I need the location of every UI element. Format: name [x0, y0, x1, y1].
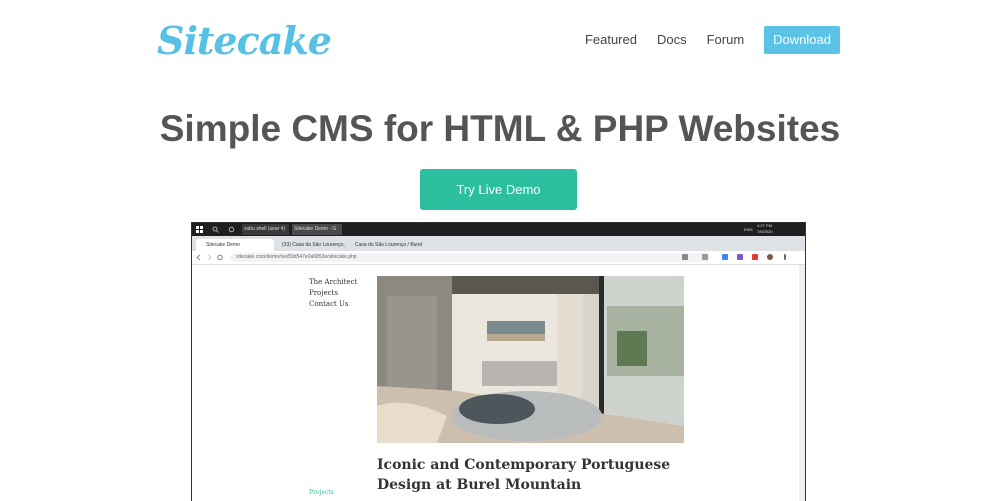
taskbar-clock: 4:27 PM 7/6/2020 [757, 223, 773, 234]
search-icon [212, 226, 219, 233]
nav-docs-link[interactable]: Docs [657, 26, 687, 54]
demo-screenshot: xubu shell (sear 4) Sitecake Demo - G 4:… [191, 222, 806, 501]
browser-tab-3: Casa do São Lourenço / Burel Pro [355, 242, 422, 260]
sitecake-logo[interactable]: Sitecake [157, 18, 332, 63]
settings-icon [228, 226, 235, 233]
taskbar-app-2: Sitecake Demo - G [292, 224, 342, 235]
avatar-icon [767, 254, 773, 260]
menu-icon [784, 254, 786, 260]
nav-arrows-icon [196, 254, 223, 261]
demo-side-nav: The Architect Projects Contact Us [309, 277, 357, 310]
try-live-demo-button[interactable]: Try Live Demo [420, 169, 577, 210]
extension-icon [702, 254, 708, 260]
demo-page: The Architect Projects Contact Us Iconic… [192, 265, 799, 501]
side-link-contact: Contact Us [309, 300, 349, 308]
browser-tab-2: (33) Casa da São Lourenço, Bur [282, 242, 345, 260]
side-link-projects: Projects [309, 289, 338, 297]
windows-taskbar: xubu shell (sear 4) Sitecake Demo - G 4:… [192, 223, 805, 236]
article-title: Iconic and Contemporary Portuguese Desig… [377, 457, 671, 493]
extension-icon [752, 254, 758, 260]
site-header: Sitecake Featured Docs Forum Download [0, 0, 1000, 80]
browser-tab-1: Sitecake Demo [196, 239, 274, 251]
side-link-architect: The Architect [309, 278, 358, 286]
interior-photo [377, 276, 684, 443]
projects-link: Projects [309, 489, 334, 496]
nav-featured-link[interactable]: Featured [585, 26, 637, 54]
windows-start-icon [196, 226, 203, 233]
taskbar-app-1: xubu shell (sear 4) [242, 224, 289, 235]
extension-icon [737, 254, 743, 260]
nav-forum-link[interactable]: Forum [707, 26, 745, 54]
extension-icon [722, 254, 728, 260]
url-field: sitecake.com/demo/ive/59d547e0a6852e/sit… [230, 253, 710, 262]
page-scrollbar [799, 265, 805, 501]
browser-address-bar: sitecake.com/demo/ive/59d547e0a6852e/sit… [192, 251, 805, 265]
download-button[interactable]: Download [764, 26, 840, 54]
taskbar-lang: ENG [744, 227, 753, 232]
browser-tabstrip: Sitecake Demo (33) Casa da São Lourenço,… [192, 236, 805, 260]
main-nav: Featured Docs Forum Download [585, 26, 840, 54]
hero-title: Simple CMS for HTML & PHP Websites [159, 108, 841, 149]
extension-icon [682, 254, 688, 260]
